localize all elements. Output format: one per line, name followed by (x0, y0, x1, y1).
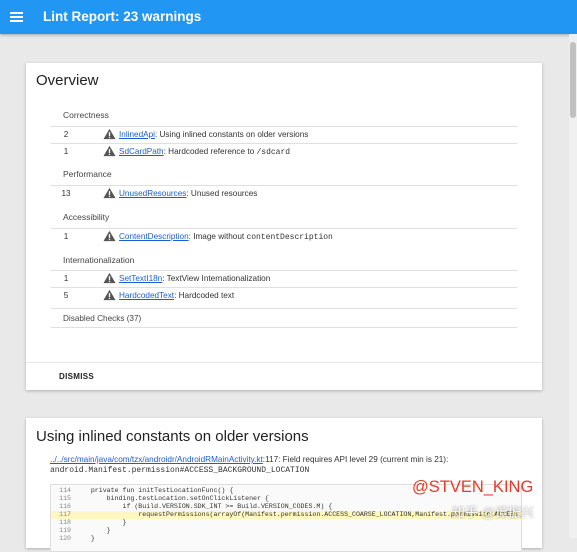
actions-divider (26, 362, 542, 363)
issue-message: InlinedApi: Using inlined constants on o… (119, 130, 308, 139)
issue-file-link[interactable]: ../../src/main/java/com/tzx/androidr/And… (50, 455, 263, 464)
issue-code: contentDescription (246, 233, 333, 242)
warning-icon (103, 230, 116, 242)
disabled-checks-row[interactable]: Disabled Checks (37) (51, 308, 517, 327)
warning-icon (103, 128, 116, 140)
issue-message: SdCardPath: Hardcoded reference to /sdca… (119, 147, 290, 157)
category-header: Accessibility (63, 212, 110, 222)
issue-message: HardcodedText: Hardcoded text (119, 291, 234, 300)
code-line: 117 requestPermissions(arrayOf(Manifest.… (51, 511, 521, 519)
line-number: 115 (59, 495, 71, 502)
issue-message: ContentDescription: Image without conten… (119, 232, 333, 242)
issue-id-link[interactable]: InlinedApi (119, 130, 155, 139)
code-line: 116 if (Build.VERSION.SDK_INT >= Build.V… (51, 503, 521, 511)
issue-message: SetTextI18n: TextView Internationalizati… (119, 274, 270, 283)
code-text: } (75, 535, 95, 542)
issue-message: UnusedResources: Unused resources (119, 189, 257, 198)
issue-row: 1 SdCardPath: Hardcoded reference to /sdc… (51, 143, 517, 160)
line-number: 118 (59, 519, 71, 526)
issue-row: 5 HardcodedText: Hardcoded text (51, 287, 517, 304)
issue-location-text: :117: Field requires API level 29 (curre… (262, 455, 449, 464)
issue-count: 5 (63, 291, 69, 300)
code-line: 120 } (51, 535, 521, 543)
issue-text: : Hardcoded reference to (163, 147, 257, 156)
category-header: Performance (63, 169, 112, 179)
line-number: 116 (59, 503, 71, 510)
issue-id-link[interactable]: SetTextI18n (119, 274, 162, 283)
code-text: } (75, 527, 111, 534)
warning-icon (103, 289, 116, 301)
issue-id-link[interactable]: ContentDescription (119, 232, 189, 241)
line-number: 114 (59, 487, 71, 494)
issue-text: : Using inlined constants on older versi… (154, 130, 309, 139)
code-text: binding.testLocation.setOnClickListener … (75, 495, 269, 502)
issue-text: : TextView Internationalization (162, 274, 271, 283)
warning-icon (103, 272, 116, 284)
issue-id-link[interactable]: UnusedResources (119, 189, 186, 198)
dismiss-button[interactable]: DISMISS (59, 372, 94, 381)
issue-count: 1 (63, 274, 69, 283)
category-header: Correctness (63, 110, 109, 120)
menu-icon[interactable] (10, 12, 23, 22)
warning-icon (103, 145, 116, 157)
watermark-zhihu: 知乎 @谭振兴 (452, 505, 534, 520)
issue-title: Using inlined constants on older version… (36, 428, 309, 445)
code-line: 118 } (51, 519, 521, 527)
line-number: 119 (59, 527, 71, 534)
issue-count: 1 (63, 147, 69, 156)
issue-text: : Hardcoded text (174, 291, 235, 300)
issue-id-link[interactable]: HardcodedText (119, 291, 174, 300)
code-text: } (75, 519, 127, 526)
issue-text: : Image without (188, 232, 247, 241)
scrollbar-thumb[interactable] (570, 42, 576, 118)
issue-id-link[interactable]: SdCardPath (119, 147, 164, 156)
issue-row: 1 SetTextI18n: TextView Internationalizat… (51, 270, 517, 287)
warning-icon (103, 187, 116, 199)
overview-title: Overview (36, 72, 99, 89)
code-text: private fun initTestLocationFunc() { (75, 487, 234, 494)
issue-code: /sdcard (256, 148, 291, 157)
line-number: 120 (59, 535, 71, 542)
issue-row: 13 UnusedResources: Unused resources (51, 185, 517, 202)
divider (51, 327, 517, 328)
scrollbar[interactable] (569, 34, 577, 538)
code-line: 119 } (51, 527, 521, 535)
disabled-checks-label: Disabled Checks (37) (63, 314, 142, 323)
issue-row: 2 InlinedApi: Using inlined constants on … (51, 126, 517, 143)
line-number: 117 (59, 511, 71, 518)
overview-card: Overview Correctness 2 InlinedApi: Using i… (26, 63, 542, 390)
issue-code-ref: android.Manifest.permission#ACCESS_BACKG… (50, 466, 310, 475)
issue-count: 13 (61, 189, 71, 198)
category-header: Internationalization (63, 255, 135, 265)
issue-text: : Unused resources (186, 189, 258, 198)
code-text: if (Build.VERSION.SDK_INT >= Build.VERSI… (75, 503, 333, 510)
issue-count: 2 (63, 130, 69, 139)
issue-count: 1 (63, 232, 69, 241)
watermark-author: @STVEN_KING (412, 478, 534, 496)
app-title: Lint Report: 23 warnings (43, 9, 202, 24)
issue-row: 1 ContentDescription: Image without conte… (51, 228, 517, 245)
app-bar: Lint Report: 23 warnings (0, 0, 577, 34)
issue-location: ../../src/main/java/com/tzx/androidr/And… (50, 455, 448, 464)
